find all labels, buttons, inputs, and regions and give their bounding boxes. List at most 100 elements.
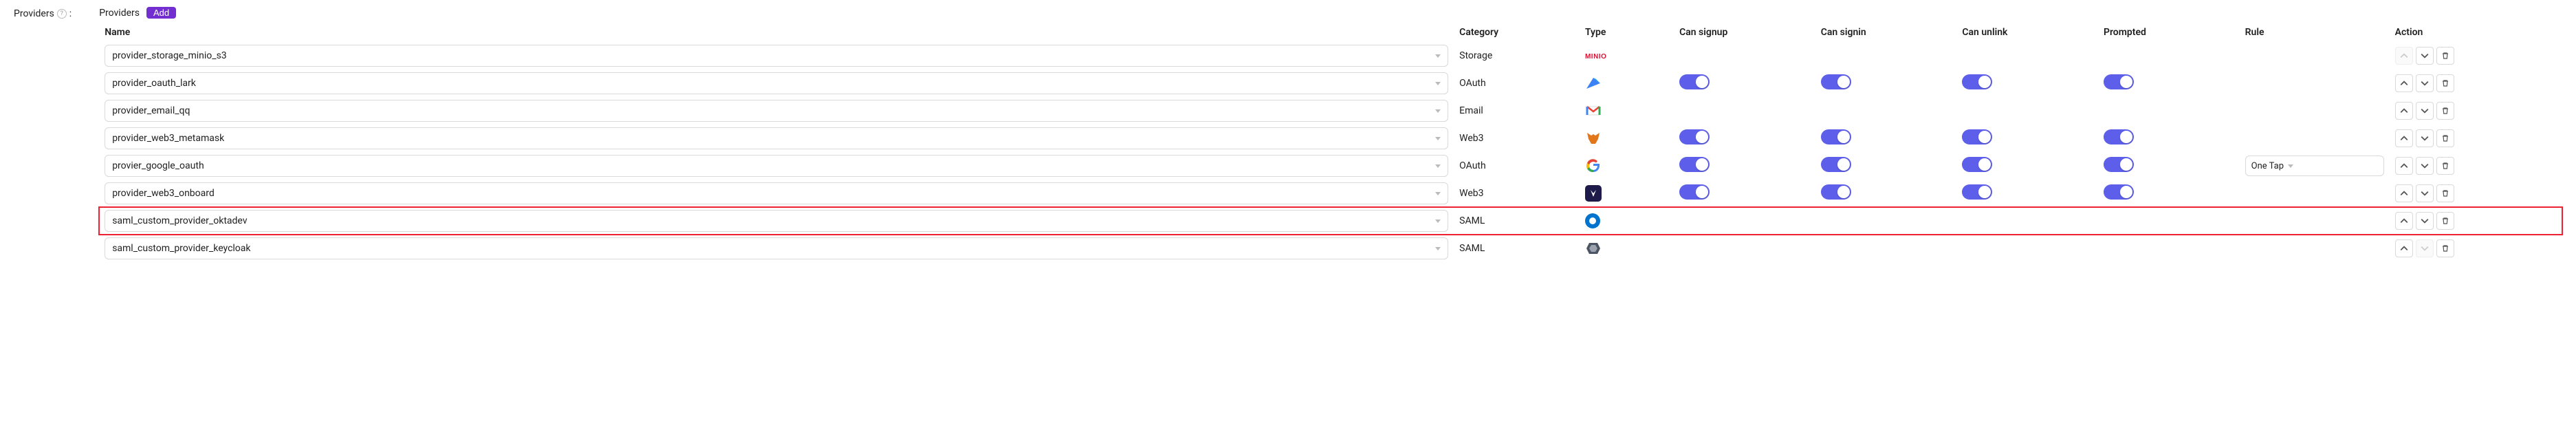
- category-cell: Storage: [1454, 42, 1580, 69]
- move-down-button[interactable]: [2416, 47, 2434, 65]
- chevron-down-icon: [1435, 192, 1441, 195]
- provider-name-select[interactable]: saml_custom_provider_oktadev: [105, 210, 1448, 232]
- move-down-button[interactable]: [2416, 74, 2434, 92]
- rule-select[interactable]: One Tap: [2245, 156, 2384, 176]
- move-up-button[interactable]: [2395, 239, 2413, 257]
- col-header-can-unlink: Can unlink: [1956, 23, 2098, 42]
- toggle[interactable]: [1679, 157, 1710, 172]
- providers-table: Name Category Type Can signup Can signin…: [99, 23, 2562, 262]
- field-label: Providers ? :: [14, 7, 72, 19]
- toggle[interactable]: [1962, 184, 1992, 200]
- move-up-button[interactable]: [2395, 212, 2413, 230]
- provider-name-select[interactable]: provider_oauth_lark: [105, 72, 1448, 94]
- toggle[interactable]: [1679, 129, 1710, 145]
- move-up-button[interactable]: [2395, 184, 2413, 202]
- help-icon[interactable]: ?: [57, 9, 67, 19]
- lark-icon: [1585, 75, 1602, 92]
- toggle[interactable]: [2104, 184, 2134, 200]
- minio-icon: MINIO: [1585, 53, 1606, 61]
- category-cell: Web3: [1454, 180, 1580, 207]
- table-row: provider_email_qqEmail: [99, 97, 2562, 125]
- toggle[interactable]: [1962, 129, 1992, 145]
- provider-name: provider_email_qq: [112, 105, 190, 116]
- col-header-can-signin: Can signin: [1815, 23, 1957, 42]
- category-cell: SAML: [1454, 207, 1580, 235]
- chevron-down-icon: [1435, 247, 1441, 250]
- chevron-down-icon: [2288, 164, 2293, 168]
- provider-name: saml_custom_provider_keycloak: [112, 243, 250, 254]
- col-header-rule: Rule: [2240, 23, 2390, 42]
- delete-button[interactable]: [2436, 74, 2454, 92]
- col-header-prompted: Prompted: [2098, 23, 2240, 42]
- okta-icon: [1585, 213, 1600, 228]
- type-cell: [1580, 180, 1674, 207]
- provider-name-select[interactable]: provider_storage_minio_s3: [105, 45, 1448, 67]
- colon: :: [69, 8, 72, 19]
- table-row: provider_storage_minio_s3 Storage MINIO: [99, 42, 2562, 69]
- toggle[interactable]: [1821, 129, 1851, 145]
- table-row: provier_google_oauthOAuthOne Tap: [99, 152, 2562, 180]
- toggle[interactable]: [1821, 157, 1851, 172]
- col-header-type: Type: [1580, 23, 1674, 42]
- add-button[interactable]: Add: [146, 7, 176, 19]
- keycloak-icon: [1585, 240, 1602, 257]
- provider-name-select[interactable]: provider_email_qq: [105, 100, 1448, 122]
- chevron-down-icon: [1435, 220, 1441, 223]
- category-cell: Web3: [1454, 125, 1580, 152]
- delete-button[interactable]: [2436, 47, 2454, 65]
- metamask-icon: [1585, 130, 1602, 147]
- type-cell: [1580, 152, 1674, 180]
- table-row: saml_custom_provider_oktadev SAML: [99, 207, 2562, 235]
- field-label-text: Providers: [14, 8, 54, 19]
- type-cell: [1580, 207, 1674, 235]
- provider-name-select[interactable]: provider_web3_onboard: [105, 182, 1448, 204]
- gmail-icon: [1585, 103, 1602, 119]
- toggle[interactable]: [1679, 74, 1710, 89]
- toggle[interactable]: [1821, 74, 1851, 89]
- delete-button[interactable]: [2436, 102, 2454, 120]
- provider-name: provier_google_oauth: [112, 160, 204, 171]
- provider-name-select[interactable]: provider_web3_metamask: [105, 127, 1448, 149]
- move-down-button[interactable]: [2416, 157, 2434, 175]
- move-up-button[interactable]: [2395, 102, 2413, 120]
- toggle[interactable]: [1679, 184, 1710, 200]
- delete-button[interactable]: [2436, 129, 2454, 147]
- provider-name: provider_oauth_lark: [112, 78, 196, 89]
- move-up-button[interactable]: [2395, 157, 2413, 175]
- col-header-name: Name: [99, 23, 1454, 42]
- toggle[interactable]: [1962, 74, 1992, 89]
- toggle[interactable]: [2104, 129, 2134, 145]
- blocknative-icon: [1585, 185, 1602, 202]
- type-cell: [1580, 125, 1674, 152]
- move-down-button[interactable]: [2416, 184, 2434, 202]
- chevron-down-icon: [1435, 164, 1441, 168]
- type-cell: MINIO: [1580, 42, 1674, 69]
- chevron-down-icon: [1435, 109, 1441, 113]
- table-row: provider_oauth_lark OAuth: [99, 69, 2562, 97]
- type-cell: [1580, 69, 1674, 97]
- category-cell: OAuth: [1454, 69, 1580, 97]
- move-down-button: [2416, 239, 2434, 257]
- toggle[interactable]: [1962, 157, 1992, 172]
- table-row: provider_web3_metamask Web3: [99, 125, 2562, 152]
- provider-name-select[interactable]: saml_custom_provider_keycloak: [105, 237, 1448, 259]
- toggle[interactable]: [2104, 157, 2134, 172]
- google-icon: [1585, 158, 1602, 174]
- delete-button[interactable]: [2436, 239, 2454, 257]
- move-up-button: [2395, 47, 2413, 65]
- move-down-button[interactable]: [2416, 102, 2434, 120]
- providers-panel: Providers Add Name Category Type Can sig…: [99, 7, 2562, 262]
- chevron-down-icon: [1435, 137, 1441, 140]
- move-up-button[interactable]: [2395, 74, 2413, 92]
- delete-button[interactable]: [2436, 212, 2454, 230]
- provider-name: provider_storage_minio_s3: [112, 50, 226, 61]
- move-up-button[interactable]: [2395, 129, 2413, 147]
- move-down-button[interactable]: [2416, 129, 2434, 147]
- provider-name: provider_web3_metamask: [112, 133, 224, 144]
- toggle[interactable]: [1821, 184, 1851, 200]
- toggle[interactable]: [2104, 74, 2134, 89]
- delete-button[interactable]: [2436, 157, 2454, 175]
- delete-button[interactable]: [2436, 184, 2454, 202]
- provider-name-select[interactable]: provier_google_oauth: [105, 155, 1448, 177]
- move-down-button[interactable]: [2416, 212, 2434, 230]
